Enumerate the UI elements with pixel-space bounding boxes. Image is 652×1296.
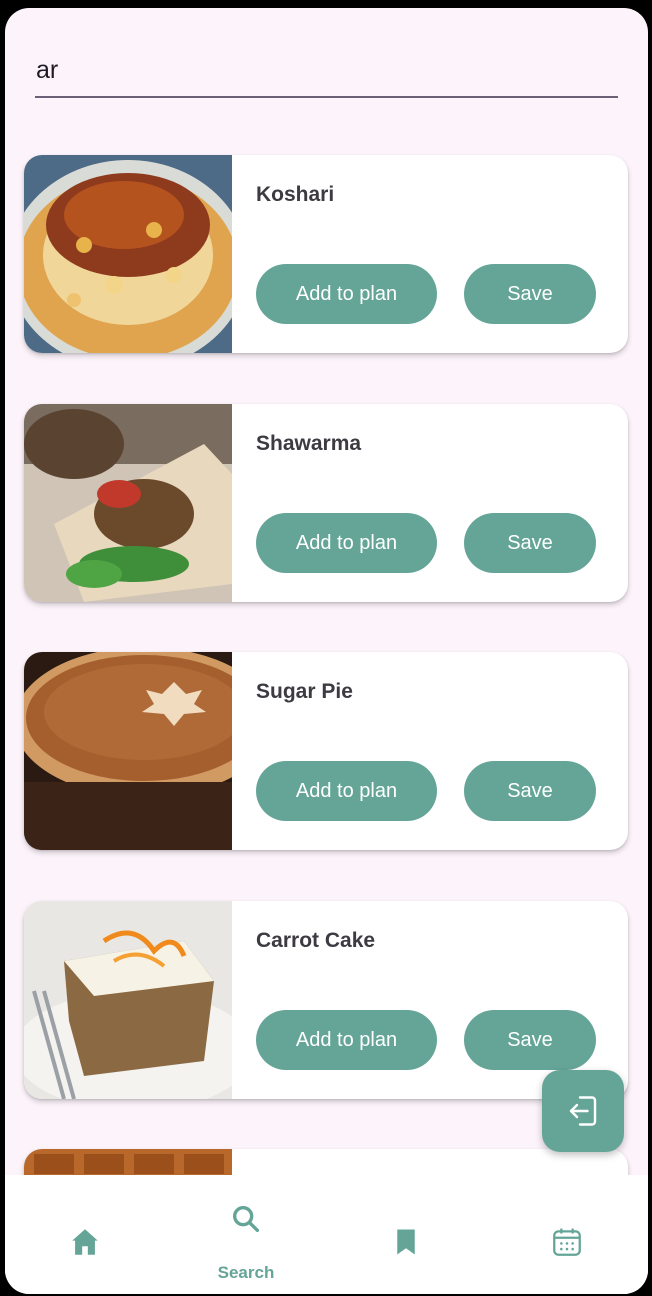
add-to-plan-button[interactable]: Add to plan [256, 264, 437, 324]
meal-image [24, 404, 232, 602]
nav-home[interactable] [45, 1175, 125, 1294]
meal-card[interactable]: Carrot Cake Add to plan Save [24, 901, 628, 1099]
search-icon [232, 1205, 260, 1233]
nav-saved[interactable] [366, 1175, 446, 1294]
search-screen: Koshari Add to plan Save Shawarma Add to [5, 8, 648, 1294]
save-button[interactable]: Save [464, 264, 596, 324]
logout-button[interactable] [542, 1070, 624, 1152]
meal-card[interactable]: Sugar Pie Add to plan Save [24, 652, 628, 850]
meal-card[interactable]: Shawarma Add to plan Save [24, 404, 628, 602]
save-button[interactable]: Save [464, 1010, 596, 1070]
home-icon [72, 1229, 98, 1255]
nav-search[interactable]: Search [206, 1175, 286, 1294]
meal-image [24, 901, 232, 1099]
nav-label: Search [217, 1263, 275, 1282]
logout-icon [569, 1096, 597, 1126]
calendar-icon [553, 1228, 581, 1256]
add-to-plan-button[interactable]: Add to plan [256, 1010, 437, 1070]
meal-image [24, 155, 232, 353]
meal-card[interactable]: Koshari Add to plan Save [24, 155, 628, 353]
add-to-plan-button[interactable]: Add to plan [256, 761, 437, 821]
meal-title: Sugar Pie [256, 680, 353, 703]
save-button[interactable]: Save [464, 761, 596, 821]
save-button[interactable]: Save [464, 513, 596, 573]
nav-plan[interactable] [527, 1175, 607, 1294]
bookmark-icon [397, 1229, 415, 1255]
meal-title: Shawarma [256, 432, 362, 455]
meal-title: Carrot Cake [256, 929, 376, 952]
meal-title: Koshari [256, 183, 335, 206]
meal-image [24, 652, 232, 850]
bottom-navigation: Search [5, 1175, 648, 1294]
add-to-plan-button[interactable]: Add to plan [256, 513, 437, 573]
